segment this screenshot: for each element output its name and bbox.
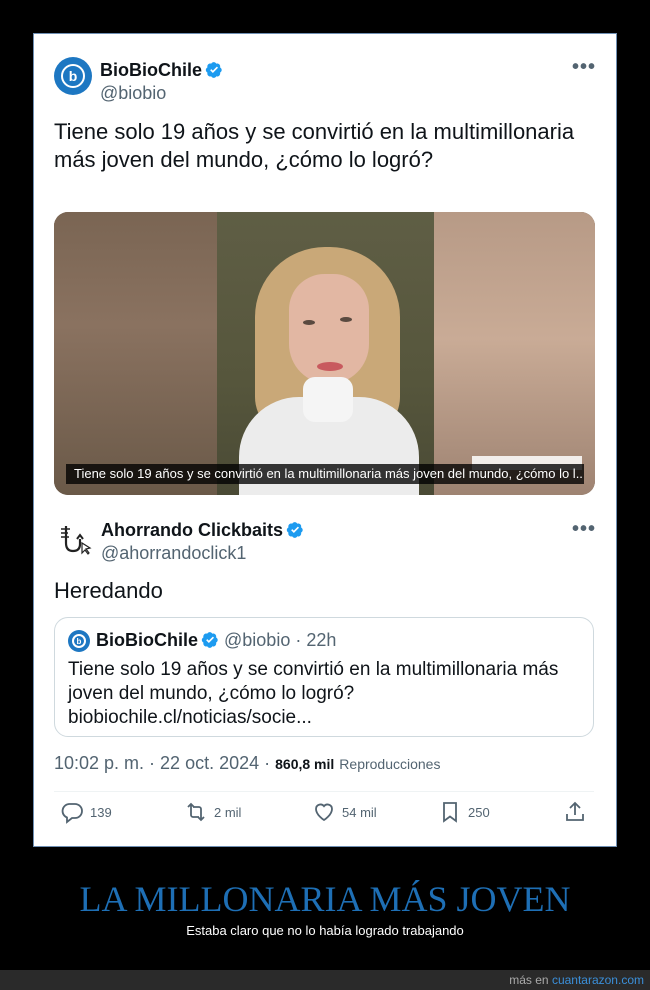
author-handle[interactable]: @ahorrandoclick1 xyxy=(101,543,246,564)
source-prefix: más en xyxy=(509,973,552,987)
tweet-media[interactable]: Tiene solo 19 años y se convirtió en la … xyxy=(54,212,595,495)
biobio-logo-icon: b xyxy=(72,634,86,648)
source-credit: más en cuantarazon.com xyxy=(509,973,644,987)
quoted-author-name: BioBioChile xyxy=(96,630,198,650)
photo-eye-right xyxy=(340,317,352,322)
bookmark-button[interactable]: 250 xyxy=(438,800,490,824)
quoted-author-handle: @biobio · 22h xyxy=(224,630,337,650)
tweet-text: Tiene solo 19 años y se convirtió en la … xyxy=(54,119,575,172)
verified-badge-icon xyxy=(201,632,218,648)
media-caption: Tiene solo 19 años y se convirtió en la … xyxy=(66,464,584,484)
page-title: LA MILLONARIA MÁS JOVEN xyxy=(79,879,571,919)
blurred-background-right xyxy=(434,212,595,495)
verified-badge-icon xyxy=(205,62,222,78)
more-options-button[interactable]: ••• xyxy=(572,56,596,79)
reply-icon xyxy=(61,803,83,824)
retweet-icon xyxy=(187,802,205,822)
avatar[interactable] xyxy=(58,521,92,555)
author-name[interactable]: BioBioChile xyxy=(100,60,223,81)
reply-text: Heredando xyxy=(54,578,163,603)
like-button[interactable]: 54 mil xyxy=(312,800,377,824)
photo-eye-left xyxy=(303,320,315,325)
photo-turtleneck xyxy=(303,377,353,422)
author-handle[interactable]: @biobio xyxy=(100,83,166,104)
reply-button[interactable]: 139 xyxy=(60,800,112,824)
more-options-button[interactable]: ••• xyxy=(572,518,596,541)
bookmark-count: 250 xyxy=(468,804,490,820)
like-count: 54 mil xyxy=(342,804,377,820)
tweet-meta: 10:02 p. m. · 22 oct. 2024 · 860,8 mil R… xyxy=(54,753,440,774)
quoted-tweet-text: Tiene solo 19 años y se convirtió en la … xyxy=(68,659,559,728)
share-button[interactable] xyxy=(563,800,593,824)
quoted-tweet-header: BioBioChile @biobio · 22h xyxy=(96,630,336,651)
retweet-button[interactable]: 2 mil xyxy=(184,800,241,824)
divider xyxy=(54,791,594,792)
hook-cursor-icon xyxy=(61,526,92,555)
reply-count: 139 xyxy=(90,804,112,820)
tweet-actions: 139 2 mil 54 mil 250 xyxy=(54,800,594,830)
views-label: Reproducciones xyxy=(339,756,441,772)
portrait-photo xyxy=(217,212,434,495)
page-subtitle: Estaba claro que no lo había logrado tra… xyxy=(186,923,464,938)
views-count: 860,8 mil xyxy=(275,756,335,772)
timestamp[interactable]: 10:02 p. m. · 22 oct. 2024 · xyxy=(54,753,275,773)
heart-icon xyxy=(315,803,333,822)
verified-badge-icon xyxy=(286,522,303,538)
avatar: b xyxy=(68,630,90,652)
site-link[interactable]: cuantarazon.com xyxy=(552,973,644,987)
photo-lips xyxy=(317,362,343,371)
share-icon xyxy=(566,801,584,821)
avatar[interactable]: b xyxy=(54,57,92,95)
retweet-count: 2 mil xyxy=(214,804,242,820)
bottom-bar: más en cuantarazon.com xyxy=(0,970,650,990)
author-name[interactable]: Ahorrando Clickbaits xyxy=(101,520,304,541)
biobio-logo-icon: b xyxy=(61,64,85,88)
blurred-background-left xyxy=(54,212,217,495)
quoted-tweet[interactable]: b BioBioChile @biobio · 22h Tiene solo 1… xyxy=(54,617,594,737)
bookmark-icon xyxy=(443,802,457,823)
